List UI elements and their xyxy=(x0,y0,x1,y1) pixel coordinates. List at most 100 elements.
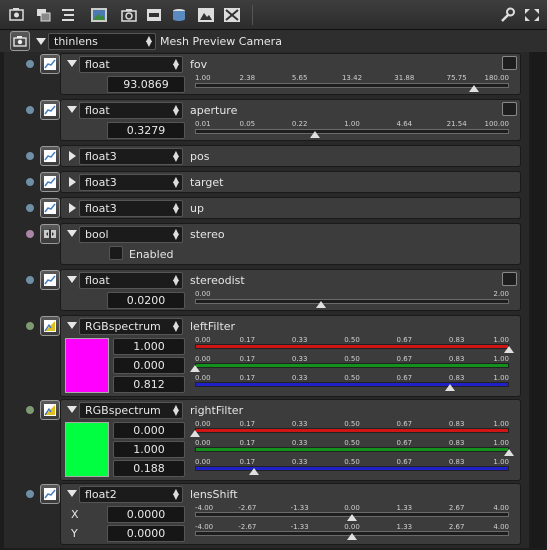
collapse-rightFilter-icon[interactable] xyxy=(67,406,77,413)
rightFilter-pin[interactable] xyxy=(26,406,34,414)
rightFilter-tick-label: 0.67 xyxy=(396,458,413,466)
wrench-icon[interactable] xyxy=(497,6,517,24)
fov-tick-label: 1.00 xyxy=(195,74,211,82)
target-type-combo[interactable]: float3 ▲ ▼ xyxy=(79,174,183,191)
rightFilter-slider-thumb[interactable] xyxy=(190,430,200,437)
rightFilter-slider-thumb[interactable] xyxy=(249,468,260,475)
collapse-stereodist-icon[interactable] xyxy=(67,276,77,283)
up-pin[interactable] xyxy=(26,204,34,212)
stack-icon[interactable] xyxy=(169,6,189,24)
stereodist-type-combo[interactable]: float ▲ ▼ xyxy=(79,272,183,289)
lensShift-slider-thumb[interactable] xyxy=(347,533,357,540)
float3-node-icon[interactable] xyxy=(40,146,60,166)
fov-type-combo[interactable]: float ▲ ▼ xyxy=(79,56,183,73)
rightFilter-type-combo[interactable]: RGBspectrum ▲ ▼ xyxy=(79,402,183,419)
rightFilter-slider-track[interactable] xyxy=(195,428,509,433)
curve-icon[interactable] xyxy=(502,56,517,70)
leftFilter-slider-thumb[interactable] xyxy=(444,384,455,391)
align-icon[interactable] xyxy=(58,6,78,24)
leftFilter-type-combo[interactable]: RGBspectrum ▲ ▼ xyxy=(79,318,183,335)
leftFilter-pin[interactable] xyxy=(26,322,34,330)
leftFilter-tick-label: 0.50 xyxy=(344,355,360,363)
collapse-camera-icon[interactable] xyxy=(36,38,46,45)
collapse-leftFilter-icon[interactable] xyxy=(67,322,77,329)
leftFilter-slider-track[interactable] xyxy=(195,344,509,349)
rgb-node-icon[interactable] xyxy=(40,400,60,420)
camera-node-icon[interactable] xyxy=(10,31,30,51)
stereo-type-combo[interactable]: bool ▲ ▼ xyxy=(79,226,183,243)
collapse-aperture-icon[interactable] xyxy=(67,106,77,113)
lensShift-pin[interactable] xyxy=(26,490,34,498)
collapse-fov-icon[interactable] xyxy=(67,60,77,67)
photo-icon[interactable] xyxy=(196,6,216,24)
stereodist-slider-track[interactable] xyxy=(195,299,509,304)
pos-pin[interactable] xyxy=(26,152,34,160)
curve-icon[interactable] xyxy=(502,102,517,116)
stereodist-pin[interactable] xyxy=(26,276,34,284)
up-type-combo[interactable]: float3 ▲ ▼ xyxy=(79,200,183,217)
expand-pos-icon[interactable] xyxy=(69,151,76,161)
lensShift-y-field[interactable]: 0.0000 xyxy=(107,525,185,542)
leftFilter-name: leftFilter xyxy=(190,320,236,333)
leftFilter-color-swatch[interactable] xyxy=(65,338,109,393)
aperture-type-combo[interactable]: float ▲ ▼ xyxy=(79,102,183,119)
aperture-value-field[interactable]: 0.3279 xyxy=(107,122,185,139)
float3-node-icon[interactable] xyxy=(40,198,60,218)
lensShift-type-combo[interactable]: float2 ▲ ▼ xyxy=(79,486,183,503)
film-icon[interactable] xyxy=(144,6,164,24)
fov-slider-track[interactable] xyxy=(195,83,509,88)
float-node-icon[interactable] xyxy=(40,54,60,74)
expand-icon[interactable] xyxy=(522,6,542,24)
fov-pin[interactable] xyxy=(26,60,34,68)
rightFilter-slider-thumb[interactable] xyxy=(504,449,514,456)
lensShift-tick-label: 0.00 xyxy=(344,523,360,531)
rightFilter-type-label: RGBspectrum xyxy=(85,404,161,417)
rightFilter-slider-track[interactable] xyxy=(195,466,509,471)
rightFilter-b-field[interactable]: 0.188 xyxy=(113,460,185,477)
rightFilter-r-field[interactable]: 0.000 xyxy=(113,422,185,439)
leftFilter-slider-thumb[interactable] xyxy=(190,365,200,372)
lensShift-slider-thumb[interactable] xyxy=(347,514,357,521)
fov-slider-thumb[interactable] xyxy=(468,85,479,92)
camera-type-combo[interactable]: thinlens ▲ ▼ xyxy=(48,33,156,50)
rightFilter-g-field[interactable]: 1.000 xyxy=(113,441,185,458)
stereo-pin[interactable] xyxy=(26,230,34,238)
camera-icon[interactable] xyxy=(119,6,139,24)
rightFilter-tick-labels: 0.00 0.17 0.33 0.50 0.67 0.83 1.00 xyxy=(195,439,509,447)
pos-type-combo[interactable]: float3 ▲ ▼ xyxy=(79,148,183,165)
target-pin[interactable] xyxy=(26,178,34,186)
aperture-pin[interactable] xyxy=(26,106,34,114)
aperture-slider-thumb[interactable] xyxy=(309,131,320,138)
stereodist-tick-label: 0.00 xyxy=(195,290,211,298)
leftFilter-b-field[interactable]: 0.812 xyxy=(113,376,185,393)
expand-target-icon[interactable] xyxy=(69,177,76,187)
float2-node-icon[interactable] xyxy=(40,484,60,504)
rightFilter-color-swatch[interactable] xyxy=(65,422,109,477)
leftFilter-slider-track[interactable] xyxy=(195,382,509,387)
leftFilter-g-field[interactable]: 0.000 xyxy=(113,357,185,374)
curve-icon[interactable] xyxy=(502,272,517,286)
rightFilter-slider-track[interactable] xyxy=(195,447,509,452)
stereodist-value-field[interactable]: 0.0200 xyxy=(107,292,185,309)
aperture-slider-track[interactable] xyxy=(195,129,509,134)
collapse-stereo-icon[interactable] xyxy=(67,230,77,237)
stereo-enabled-checkbox[interactable] xyxy=(109,246,123,260)
lensShift-x-field[interactable]: 0.0000 xyxy=(107,506,185,523)
rgb-node-icon[interactable] xyxy=(40,316,60,336)
fov-value-field[interactable]: 93.0869 xyxy=(107,76,185,93)
image-icon[interactable] xyxy=(89,6,109,24)
collapse-lensShift-icon[interactable] xyxy=(67,490,77,497)
stereodist-slider-thumb[interactable] xyxy=(315,301,326,308)
copy-layers-icon[interactable] xyxy=(34,6,54,24)
leftFilter-slider-track[interactable] xyxy=(195,363,509,368)
scrollbar[interactable] xyxy=(531,52,545,548)
leftFilter-r-field[interactable]: 1.000 xyxy=(113,338,185,355)
bool-node-icon[interactable] xyxy=(40,224,60,244)
render-view-icon[interactable] xyxy=(7,6,27,24)
leftFilter-slider-thumb[interactable] xyxy=(504,346,514,353)
float3-node-icon[interactable] xyxy=(40,172,60,192)
texture-icon[interactable] xyxy=(222,6,242,24)
float-node-icon[interactable] xyxy=(40,100,60,120)
float-node-icon[interactable] xyxy=(40,270,60,290)
expand-up-icon[interactable] xyxy=(69,203,76,213)
